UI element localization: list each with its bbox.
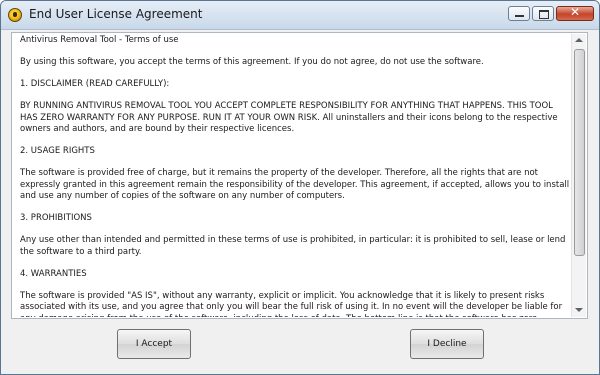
maximize-button[interactable] [532,6,554,21]
section-2-title: 2. USAGE RIGHTS [20,146,95,156]
eula-window: End User License Agreement ✕ Antivirus R… [0,0,600,375]
app-icon [8,8,22,22]
title-bar[interactable]: End User License Agreement ✕ [1,1,599,30]
minimize-button[interactable] [508,6,530,21]
section-4-body: The software is provided "AS IS", withou… [20,290,563,318]
window-controls: ✕ [506,5,594,21]
scrollbar-thumb[interactable] [574,49,585,256]
accept-button[interactable]: I Accept [117,329,191,359]
section-1-body: BY RUNNING ANTIVIRUS REMOVAL TOOL YOU AC… [20,101,558,134]
close-icon: ✕ [569,5,581,19]
section-3-body: Any use other than intended and permitte… [20,235,566,257]
section-3-title: 3. PROHIBITIONS [20,213,92,223]
scroll-up-arrow-icon [575,38,583,42]
license-heading: Antivirus Removal Tool - Terms of use [20,35,179,45]
scroll-up-button[interactable] [572,34,586,48]
section-1-title: 1. DISCLAIMER (READ CAREFULLY): [20,79,170,89]
maximize-icon [539,10,549,19]
scroll-down-arrow-icon [575,308,583,312]
license-text-box[interactable]: Antivirus Removal Tool - Terms of use By… [11,32,588,319]
section-4-title: 4. WARRANTIES [20,268,87,279]
minimize-icon [515,15,524,17]
license-intro: By using this software, you accept the t… [20,57,484,67]
vertical-scrollbar[interactable] [571,34,586,317]
decline-button[interactable]: I Decline [410,329,484,359]
section-2-body: The software is provided free of charge,… [20,168,570,201]
close-button[interactable]: ✕ [556,5,594,21]
window-title: End User License Agreement [29,7,203,21]
license-text: Antivirus Removal Tool - Terms of use By… [20,35,570,317]
scroll-down-button[interactable] [572,303,586,317]
